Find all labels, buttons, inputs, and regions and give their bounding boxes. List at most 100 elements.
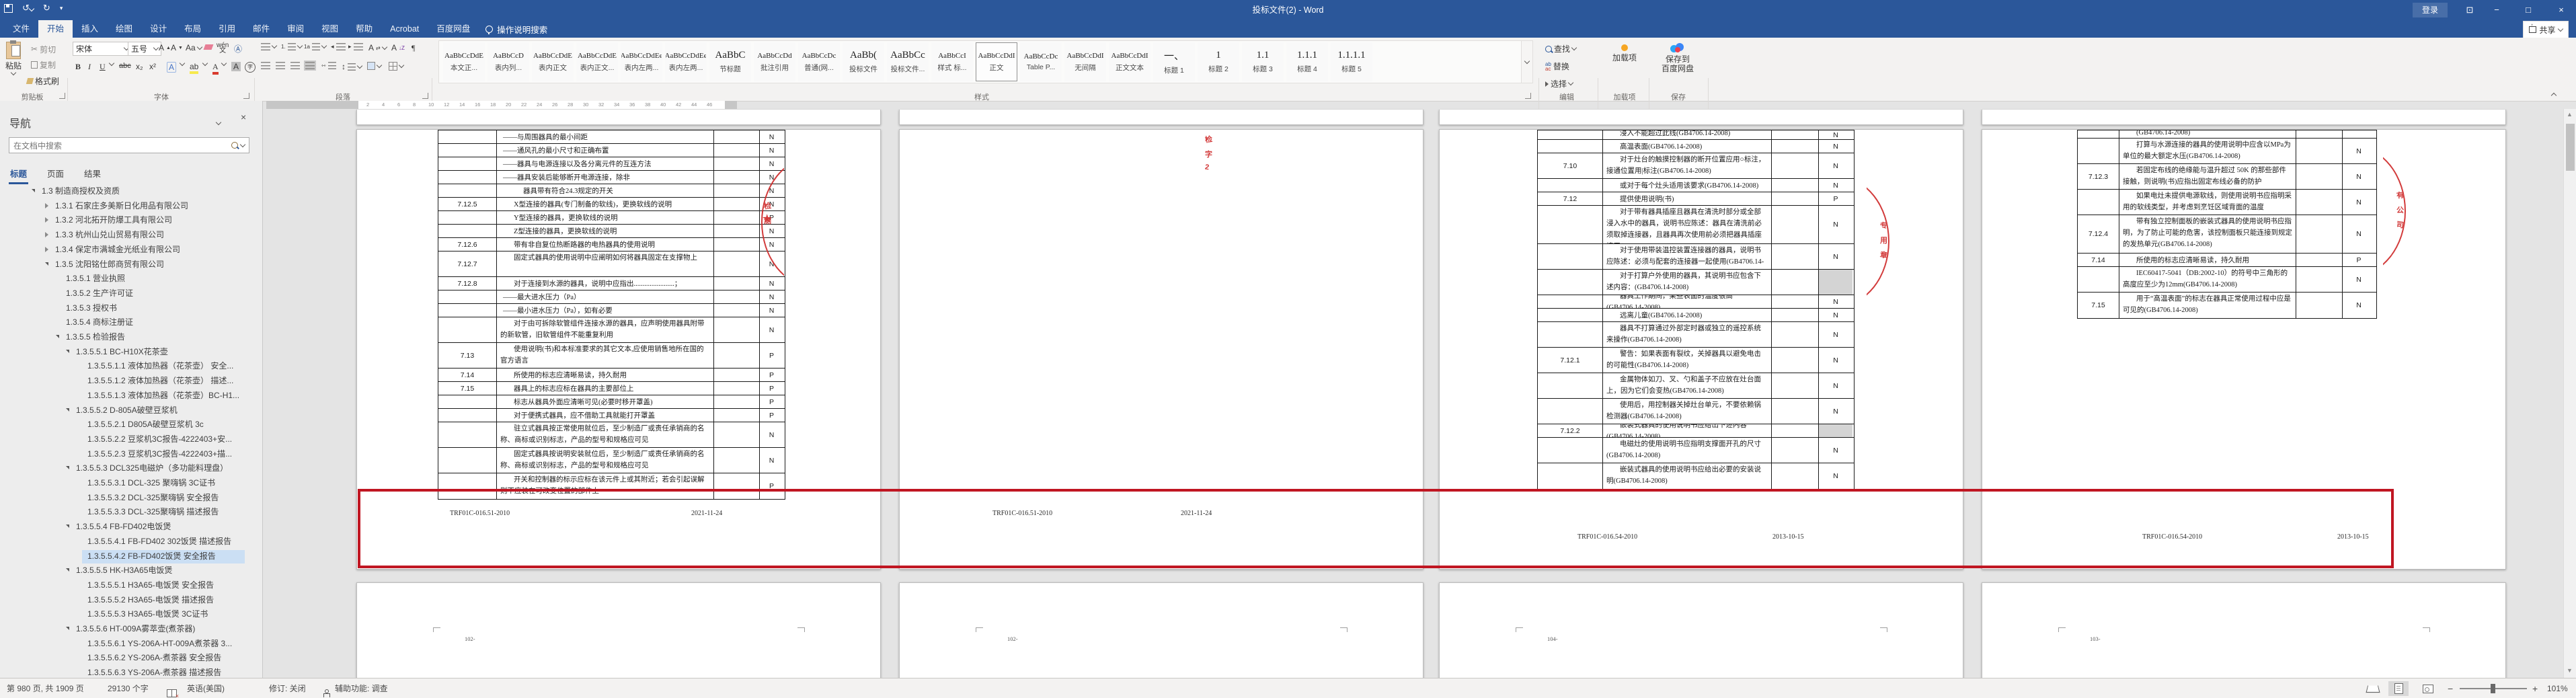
font-family-combo[interactable]: 宋体: [73, 42, 132, 56]
collapse-arrow-icon[interactable]: [56, 335, 59, 338]
print-layout-button[interactable]: [2388, 681, 2409, 696]
expand-arrow-icon[interactable]: [45, 202, 48, 208]
web-layout-button[interactable]: [2418, 681, 2438, 696]
vertical-scrollbar[interactable]: ▲ ▼: [2563, 109, 2576, 678]
multilevel-list-icon[interactable]: 1a: [304, 42, 327, 50]
change-case-icon[interactable]: Aa: [186, 43, 202, 52]
distribute-icon[interactable]: ⇿: [321, 62, 336, 69]
next-page-top[interactable]: 103-: [1982, 582, 2506, 678]
minimize-button[interactable]: −: [2487, 0, 2507, 20]
text-effects-chevron-icon[interactable]: [179, 60, 186, 67]
nav-item[interactable]: 1.3.1 石家庄多美斯日化用品有限公司: [0, 199, 262, 214]
collapse-arrow-icon[interactable]: [66, 568, 69, 572]
style-card-19[interactable]: 1.1.1 标题 4: [1286, 42, 1328, 81]
nav-item[interactable]: 1.3.5.5.5.3 H3A65-电饭煲 3C证书: [0, 607, 262, 622]
zoom-slider-thumb[interactable]: [2491, 684, 2495, 693]
ribbon-tab-8[interactable]: 审阅: [278, 20, 313, 38]
nav-item[interactable]: 1.3.5.5.6 HT-009A雾萃壶(煮茶器): [0, 622, 262, 637]
nav-item[interactable]: 1.3.5.5.1 BC-H10X花茶壶: [0, 345, 262, 360]
ribbon-tab-0[interactable]: 文件: [4, 20, 38, 38]
style-card-6[interactable]: AaBbC 节标题: [709, 42, 751, 81]
proofing-icon[interactable]: [167, 685, 179, 698]
scroll-down-icon[interactable]: ▼: [2567, 667, 2573, 674]
nav-item[interactable]: 1.3.5.5.1.1 液体加热器（花茶壶） 安全...: [0, 359, 262, 374]
nav-item[interactable]: 1.3.5 沈阳铭仕郎商贸有限公司: [0, 258, 262, 272]
collapse-ribbon-icon[interactable]: [2550, 89, 2557, 101]
tell-me-search[interactable]: 操作说明搜索: [479, 20, 554, 38]
ribbon-tab-1[interactable]: 开始: [38, 20, 73, 38]
style-card-14[interactable]: AaBbCcDdI 无间隔: [1064, 42, 1106, 81]
asian-layout-icon[interactable]: A ⇄: [368, 43, 387, 52]
nav-tab-0[interactable]: 标题: [9, 164, 29, 184]
nav-item[interactable]: 1.3.5.5.6.2 YS-206A-煮茶器 安全报告: [0, 651, 262, 666]
select-button[interactable]: 选择: [1545, 78, 1574, 89]
zoom-level[interactable]: 101%: [2547, 678, 2568, 698]
next-page-top[interactable]: 104-: [1439, 582, 1963, 678]
nav-item[interactable]: 1.3.5.2 生产许可证: [0, 286, 262, 301]
page-indicator[interactable]: 第 980 页, 共 1909 页: [7, 678, 84, 698]
expand-arrow-icon[interactable]: [45, 232, 48, 238]
show-marks-icon[interactable]: ¶: [412, 43, 415, 53]
enclose-characters-icon[interactable]: 字: [245, 62, 256, 73]
subscript-icon[interactable]: x₂: [136, 62, 143, 71]
underline-chevron-icon[interactable]: [108, 60, 115, 67]
nav-item[interactable]: 1.3.5.5.3.1 DCL-325 聚嗨锅 3C证书: [0, 476, 262, 491]
nav-item[interactable]: 1.3.5.3 授权书: [0, 301, 262, 316]
justify-icon[interactable]: [304, 61, 316, 71]
font-size-combo[interactable]: 五号: [128, 42, 161, 56]
superscript-icon[interactable]: x²: [149, 62, 156, 71]
style-card-13[interactable]: AaBbCcDc Table P...: [1020, 42, 1062, 81]
style-card-9[interactable]: AaBb(投标文件: [843, 42, 884, 81]
shrink-font-icon[interactable]: A ▼: [171, 43, 183, 52]
nav-tab-1[interactable]: 页面: [46, 164, 65, 182]
nav-item[interactable]: 1.3.5.5 检验报告: [0, 330, 262, 345]
zoom-in-icon[interactable]: +: [2532, 678, 2538, 698]
bullets-icon[interactable]: [261, 42, 278, 50]
collapse-arrow-icon[interactable]: [66, 627, 69, 630]
style-card-11[interactable]: AaBbCcI 样式 标...: [931, 42, 973, 81]
close-button[interactable]: ×: [2550, 0, 2573, 20]
nav-item[interactable]: 1.3.5.5.3 DCL325电磁炉（多功能料理盘）: [0, 461, 262, 476]
nav-pane-options-icon[interactable]: [215, 116, 222, 128]
expand-arrow-icon[interactable]: [45, 246, 48, 252]
scroll-up-icon[interactable]: ▲: [2567, 111, 2573, 118]
text-effects-icon[interactable]: A: [167, 62, 177, 73]
nav-item[interactable]: 1.3.5.5.3.3 DCL-325聚嗨锅 描述报告: [0, 505, 262, 520]
collapse-arrow-icon[interactable]: [66, 466, 69, 470]
document-canvas[interactable]: ——与周围器具的最小间距 N ——通风孔的最小尺寸和正确布置 N ——器具与电源连接以及…: [263, 109, 2563, 678]
ribbon-tab-11[interactable]: Acrobat: [381, 20, 428, 38]
nav-item[interactable]: 1.3.3 杭州山兑山贸易有限公司: [0, 228, 262, 243]
style-card-20[interactable]: 1.1.1.1 标题 5: [1331, 42, 1372, 81]
sign-in-button[interactable]: 登录: [2413, 3, 2448, 17]
format-painter-button[interactable]: 格式刷: [26, 75, 59, 87]
language-indicator[interactable]: 英语(美国): [187, 678, 225, 698]
sort-icon[interactable]: A ↓Z: [391, 43, 405, 52]
borders-icon[interactable]: [389, 62, 405, 71]
nav-item[interactable]: 1.3.5.5.5.1 H3A65-电饭煲 安全报告: [0, 578, 262, 593]
zoom-slider[interactable]: [2460, 684, 2527, 693]
word-count[interactable]: 29130 个字: [108, 678, 149, 698]
italic-icon[interactable]: I: [88, 62, 91, 72]
ribbon-tab-6[interactable]: 引用: [210, 20, 244, 38]
ribbon-tab-10[interactable]: 帮助: [347, 20, 381, 38]
next-page-top[interactable]: 102-: [356, 582, 881, 678]
style-card-0[interactable]: AaBbCcDdE 本文正...: [443, 42, 485, 81]
save-to-baidu-button[interactable]: 保存到 百度网盘: [1655, 43, 1700, 73]
collapse-arrow-icon[interactable]: [45, 262, 48, 266]
font-color-chevron-icon[interactable]: [221, 60, 227, 67]
next-page-top[interactable]: 102-: [899, 582, 1423, 678]
read-mode-button[interactable]: [2363, 681, 2383, 696]
highlight-chevron-icon[interactable]: [202, 60, 208, 67]
align-center-icon[interactable]: [276, 62, 285, 69]
nav-item[interactable]: 1.3.5.5.5.2 H3A65-电饭煲 描述报告: [0, 593, 262, 608]
nav-item[interactable]: 1.3.5.5.4 FB-FD402电饭煲: [0, 520, 262, 535]
nav-item[interactable]: 1.3.5.1 营业执照: [0, 272, 262, 286]
font-color-icon[interactable]: A: [212, 62, 219, 75]
align-left-icon[interactable]: [261, 62, 270, 69]
paragraph-dialog-launcher-icon[interactable]: [422, 93, 428, 99]
font-dialog-launcher-icon[interactable]: [243, 93, 249, 99]
character-border-icon[interactable]: Ⓐ: [234, 43, 242, 54]
horizontal-ruler[interactable]: 2 4 6 8 10 12 14 16 18 20 22 24 26 28 30 32 34 36 38 40 42 44…: [266, 101, 737, 109]
zoom-out-icon[interactable]: −: [2448, 678, 2453, 698]
nav-item[interactable]: 1.3.5.5.2.2 豆浆机3C报告-4222403+安...: [0, 432, 262, 447]
